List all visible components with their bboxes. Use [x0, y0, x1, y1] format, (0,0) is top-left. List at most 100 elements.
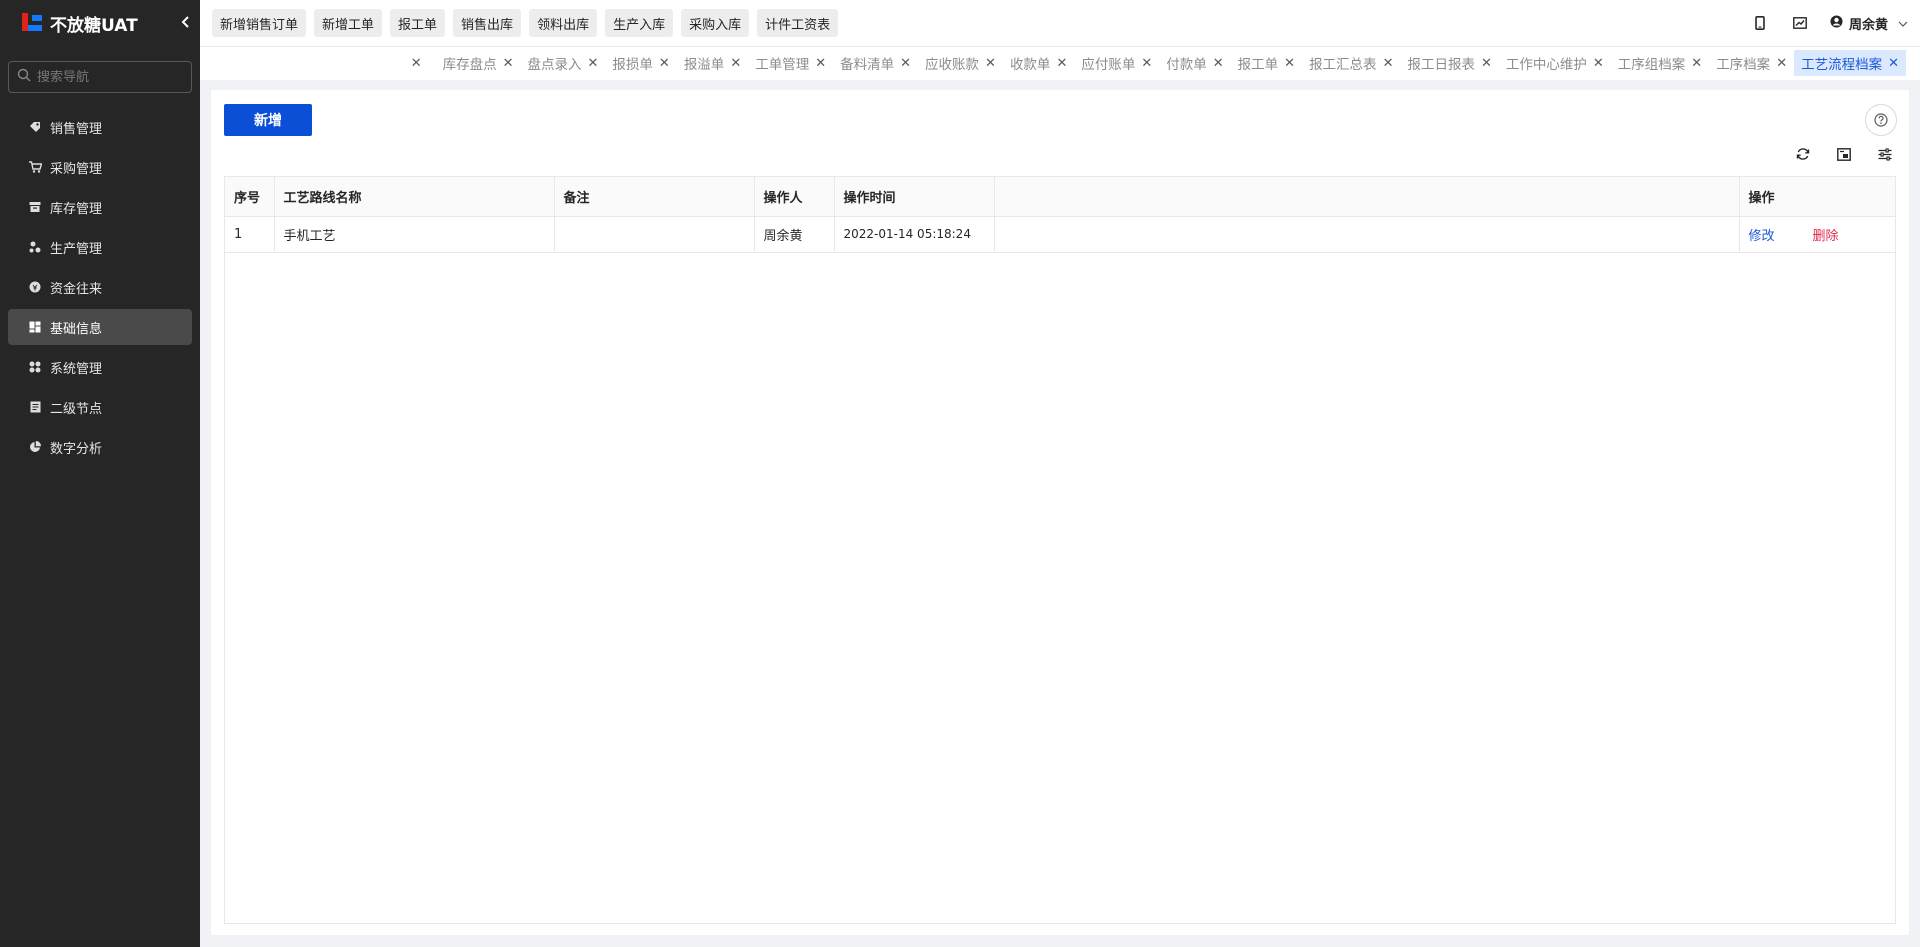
tab-label: 备料清单 [840, 57, 895, 73]
search-icon [17, 68, 31, 86]
close-icon[interactable]: ✕ [985, 56, 996, 71]
sidebar-item-label: 基础信息 [50, 321, 103, 337]
table-row: 1 手机工艺 周余黄 2022-01-14 05:18:24 修改 删除 [225, 216, 1895, 253]
chart-icon[interactable] [1790, 13, 1810, 33]
apps-icon [28, 360, 42, 374]
sidebar-item-funds[interactable]: 资金往来 [8, 269, 192, 305]
nav-search-input[interactable] [37, 69, 177, 85]
quick-piece-wage-button[interactable]: 计件工资表 [757, 9, 839, 37]
tab-overflow-report[interactable]: 报溢单 ✕ [677, 50, 748, 76]
settings-sliders-icon[interactable] [1875, 144, 1895, 164]
tab-work-order-mgmt[interactable]: 工单管理 ✕ [748, 50, 833, 76]
sidebar-item-basic-info[interactable]: 基础信息 [8, 309, 192, 345]
chevron-left-icon[interactable] [176, 12, 196, 32]
tab-material-list[interactable]: 备料清单 ✕ [833, 50, 918, 76]
tab-count-entry[interactable]: 盘点录入 ✕ [521, 50, 606, 76]
close-icon[interactable]: ✕ [588, 56, 599, 71]
sidebar-item-system[interactable]: 系统管理 [8, 349, 192, 385]
close-icon[interactable]: ✕ [503, 56, 514, 71]
sidebar-item-analysis[interactable]: 数字分析 [8, 429, 192, 465]
tab-work-report-daily[interactable]: 报工日报表 ✕ [1400, 50, 1498, 76]
sidebar-item-inventory[interactable]: 库存管理 [8, 189, 192, 225]
tab-strip: ✕ 库存盘点 ✕ 盘点录入 ✕ 报损单 ✕ 报溢单 ✕ 工单管理 ✕ 备料清单 ✕ 应收账款… [411, 47, 1906, 79]
tab-label: 报溢单 [683, 57, 725, 73]
column-height-icon[interactable] [1834, 144, 1854, 164]
delete-link[interactable]: 删除 [1813, 229, 1839, 244]
tab-process-flow[interactable]: 工艺流程档案 ✕ [1794, 50, 1906, 76]
tab-receipt[interactable]: 收款单 ✕ [1003, 50, 1074, 76]
close-icon[interactable]: ✕ [1593, 56, 1604, 71]
top-toolbar: 新增销售订单 新增工单 报工单 销售出库 领料出库 生产入库 采购入库 计件工资… [200, 0, 1920, 46]
refresh-icon[interactable] [1793, 144, 1813, 164]
add-button[interactable]: 新增 [224, 104, 312, 136]
column-header-route-name: 工艺路线名称 [274, 177, 555, 217]
close-icon[interactable]: ✕ [1141, 56, 1152, 71]
close-icon[interactable]: ✕ [1776, 56, 1787, 71]
nav-search-box[interactable] [8, 61, 192, 93]
close-icon[interactable]: ✕ [659, 56, 670, 71]
quick-purchase-inbound-button[interactable]: 采购入库 [681, 9, 750, 37]
edit-link[interactable]: 修改 [1749, 229, 1775, 244]
quick-sales-outbound-button[interactable]: 销售出库 [453, 9, 522, 37]
tab-label: 应付账单 [1081, 57, 1136, 73]
cell-operation-time: 2022-01-14 05:18:24 [834, 216, 995, 253]
document-icon [28, 400, 42, 414]
table-tools [1772, 144, 1895, 164]
quick-new-sales-order-button[interactable]: 新增销售订单 [212, 9, 307, 37]
sidebar-item-production[interactable]: 生产管理 [8, 229, 192, 265]
close-icon[interactable]: ✕ [1481, 56, 1492, 71]
cell-route-name: 手机工艺 [274, 216, 555, 253]
tab-work-report-summary[interactable]: 报工汇总表 ✕ [1302, 50, 1400, 76]
tab-label: 工艺流程档案 [1801, 57, 1883, 73]
close-icon[interactable]: ✕ [815, 56, 826, 71]
sidebar-nav: 销售管理 采购管理 库存管理 生产管理 资金往来 基础信息 系统管理 二级节点 [0, 109, 200, 465]
dashboard-icon [28, 320, 42, 334]
cell-actions: 修改 删除 [1739, 216, 1895, 253]
quick-material-outbound-button[interactable]: 领料出库 [529, 9, 598, 37]
tab-label: 工序组档案 [1617, 57, 1686, 73]
tab-payment[interactable]: 付款单 ✕ [1159, 50, 1230, 76]
tab-process[interactable]: 工序档案 ✕ [1709, 50, 1794, 76]
cell-operator: 周余黄 [754, 216, 835, 253]
tab-work-center[interactable]: 工作中心维护 ✕ [1499, 50, 1611, 76]
cell-blank [994, 216, 1740, 253]
main-content: 新增 序号 工艺路线名称 备注 操作人 操作时间 操作 1 手机工艺 周余黄 2… [211, 90, 1909, 935]
process-route-table: 序号 工艺路线名称 备注 操作人 操作时间 操作 1 手机工艺 周余黄 2022… [224, 176, 1896, 924]
cluster-icon [28, 240, 42, 254]
sidebar-item-label: 库存管理 [50, 201, 103, 217]
quick-production-inbound-button[interactable]: 生产入库 [605, 9, 674, 37]
tab-receivables[interactable]: 应收账款 ✕ [918, 50, 1003, 76]
sidebar-item-purchase[interactable]: 采购管理 [8, 149, 192, 185]
close-icon[interactable]: ✕ [1383, 56, 1394, 71]
quick-work-report-button[interactable]: 报工单 [390, 9, 446, 37]
sidebar-item-label: 销售管理 [50, 121, 103, 137]
tab-label: 报工汇总表 [1309, 57, 1377, 73]
close-icon[interactable]: ✕ [1056, 56, 1067, 71]
close-icon[interactable]: ✕ [1213, 56, 1224, 71]
sidebar-item-label: 资金往来 [50, 281, 103, 297]
close-icon[interactable]: ✕ [730, 56, 741, 71]
sidebar-item-sales[interactable]: 销售管理 [8, 109, 192, 145]
sidebar-item-secondary[interactable]: 二级节点 [8, 389, 192, 425]
tab-process-group[interactable]: 工序组档案 ✕ [1611, 50, 1709, 76]
logo-row: 不放糖UAT [0, 0, 200, 46]
sidebar-item-label: 系统管理 [50, 361, 103, 377]
close-icon[interactable]: ✕ [1691, 56, 1702, 71]
tab-loss-report[interactable]: 报损单 ✕ [605, 50, 676, 76]
sidebar-item-label: 二级节点 [50, 401, 103, 417]
close-icon[interactable]: ✕ [900, 56, 911, 71]
chevron-down-icon [1898, 16, 1908, 31]
help-icon[interactable] [1865, 104, 1897, 136]
column-header-blank [994, 177, 1740, 217]
close-icon[interactable]: ✕ [1888, 56, 1899, 71]
close-icon[interactable]: ✕ [411, 56, 436, 71]
close-icon[interactable]: ✕ [1284, 56, 1295, 71]
quick-new-work-order-button[interactable]: 新增工单 [314, 9, 383, 37]
tab-label: 工单管理 [755, 57, 810, 73]
tab-payables[interactable]: 应付账单 ✕ [1074, 50, 1159, 76]
user-menu[interactable]: 周余黄 [1830, 14, 1908, 33]
mobile-icon[interactable] [1750, 13, 1770, 33]
tab-inventory-count[interactable]: 库存盘点 ✕ [436, 50, 521, 76]
tab-work-report[interactable]: 报工单 ✕ [1231, 50, 1302, 76]
tab-label: 报工日报表 [1407, 57, 1475, 73]
